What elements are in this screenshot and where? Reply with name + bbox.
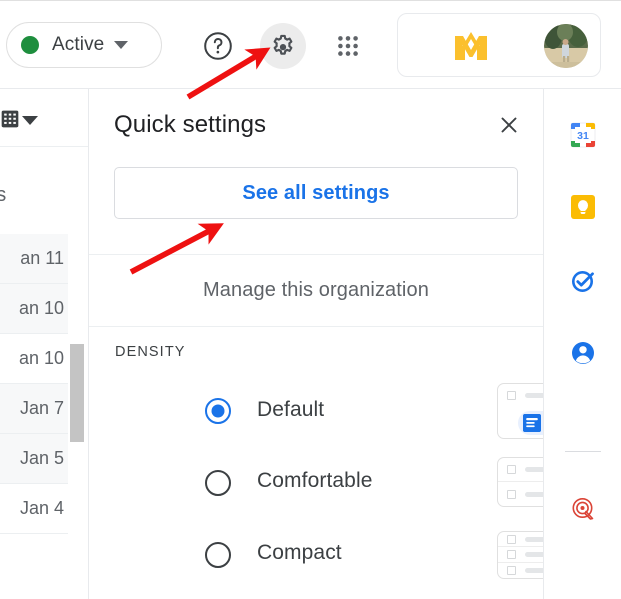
chevron-down-icon[interactable] — [114, 41, 129, 49]
status-pill-button[interactable]: Active — [6, 22, 162, 68]
density-option-comfortable[interactable]: Comfortable — [89, 447, 543, 519]
manage-organization-button[interactable]: Manage this organization — [89, 254, 543, 327]
close-icon — [501, 117, 517, 133]
list-item[interactable]: Jan 5 — [0, 434, 68, 484]
density-preview-default — [497, 383, 543, 439]
scrollbar-thumb[interactable] — [70, 344, 84, 442]
density-option-label: Comfortable — [257, 469, 373, 492]
preview-row — [498, 384, 543, 406]
checkbox-glyph — [507, 565, 516, 575]
status-label: Active — [52, 34, 105, 55]
list-item[interactable]: an 10 — [0, 284, 68, 334]
list-item-date: Jan 5 — [19, 448, 64, 468]
right-side-panel: 31 — [545, 89, 621, 599]
checkbox-glyph — [507, 534, 516, 544]
help-circle-icon — [204, 32, 232, 60]
quick-settings-panel: Quick settings See all settings Manage t… — [88, 89, 544, 599]
see-all-settings-label: See all settings — [242, 181, 390, 204]
user-avatar-photo — [544, 24, 588, 68]
left-toolbar — [0, 89, 88, 147]
screen-root: Active s an 11 an 10 an 10 Jan 7 Jan 5 J… — [0, 0, 621, 599]
preview-row — [498, 458, 543, 482]
page-title: Quick settings — [114, 111, 267, 138]
see-all-settings-button[interactable]: See all settings — [114, 167, 518, 219]
density-option-label: Default — [257, 398, 325, 421]
checkbox-glyph — [507, 489, 516, 499]
account-chip[interactable] — [397, 13, 601, 77]
text-bar-glyph — [525, 392, 543, 398]
list-item[interactable]: an 11 — [0, 234, 68, 284]
checkbox-glyph — [507, 549, 516, 559]
google-tasks-icon[interactable] — [569, 267, 597, 295]
google-apps-button[interactable] — [325, 23, 371, 69]
list-item-date: Jan 7 — [19, 398, 64, 418]
checkbox-glyph — [507, 390, 516, 400]
preview-row — [498, 547, 543, 563]
left-section-title: ons — [0, 184, 7, 206]
density-preview-comfortable — [497, 457, 543, 507]
density-option-default[interactable]: Default — [89, 375, 543, 447]
left-column: ons an 11 an 10 an 10 Jan 7 Jan 5 Jan 4 — [0, 89, 88, 599]
google-keep-icon[interactable] — [569, 193, 597, 221]
preview-row — [498, 563, 543, 578]
top-edge-line — [0, 0, 621, 1]
text-bar-glyph — [525, 491, 543, 497]
calendar-day-badge: 31 — [577, 130, 589, 142]
addon-icon[interactable] — [569, 495, 597, 523]
mail-m-logo-icon — [455, 32, 487, 60]
list-item-date: Jan 4 — [19, 498, 64, 518]
date-list: an 11 an 10 an 10 Jan 7 Jan 5 Jan 4 — [0, 234, 68, 534]
text-bar-glyph — [525, 567, 543, 573]
status-dot-icon — [21, 36, 39, 54]
gear-icon — [273, 34, 293, 55]
density-preview-compact — [497, 531, 543, 579]
list-item-date: an 10 — [18, 348, 64, 368]
manage-organization-label: Manage this organization — [203, 279, 429, 301]
panel-header: Quick settings — [89, 89, 543, 157]
top-bar: Active — [0, 0, 621, 89]
density-heading: DENSITY — [115, 344, 186, 360]
list-item[interactable]: Jan 4 — [0, 484, 68, 534]
text-bar-glyph — [525, 467, 543, 472]
avatar[interactable] — [544, 24, 588, 68]
text-bar-glyph — [525, 551, 543, 557]
density-option-compact[interactable]: Compact — [89, 519, 543, 591]
list-item-date: an 11 — [20, 248, 64, 268]
close-button[interactable] — [495, 111, 523, 139]
google-contacts-icon[interactable] — [569, 339, 597, 367]
google-calendar-icon[interactable]: 31 — [569, 121, 597, 149]
radio-default[interactable] — [205, 398, 231, 424]
settings-button[interactable] — [260, 23, 306, 69]
list-item-date: an 10 — [18, 298, 64, 318]
sidebar-divider — [565, 451, 601, 452]
help-button[interactable] — [195, 23, 241, 69]
radio-comfortable[interactable] — [205, 470, 231, 496]
preview-row — [498, 532, 543, 548]
see-all-settings-wrapper: See all settings — [114, 167, 518, 219]
density-option-label: Compact — [257, 541, 342, 564]
list-item[interactable]: an 10 — [0, 334, 68, 384]
text-bar-glyph — [525, 536, 543, 542]
chevron-down-icon[interactable] — [22, 116, 38, 125]
grid-view-icon[interactable] — [0, 109, 20, 129]
list-item[interactable]: Jan 7 — [0, 384, 68, 434]
radio-compact[interactable] — [205, 542, 231, 568]
checkbox-glyph — [507, 465, 516, 474]
document-glyph-icon — [523, 414, 541, 432]
preview-row — [498, 482, 543, 506]
apps-grid-icon — [338, 36, 358, 56]
